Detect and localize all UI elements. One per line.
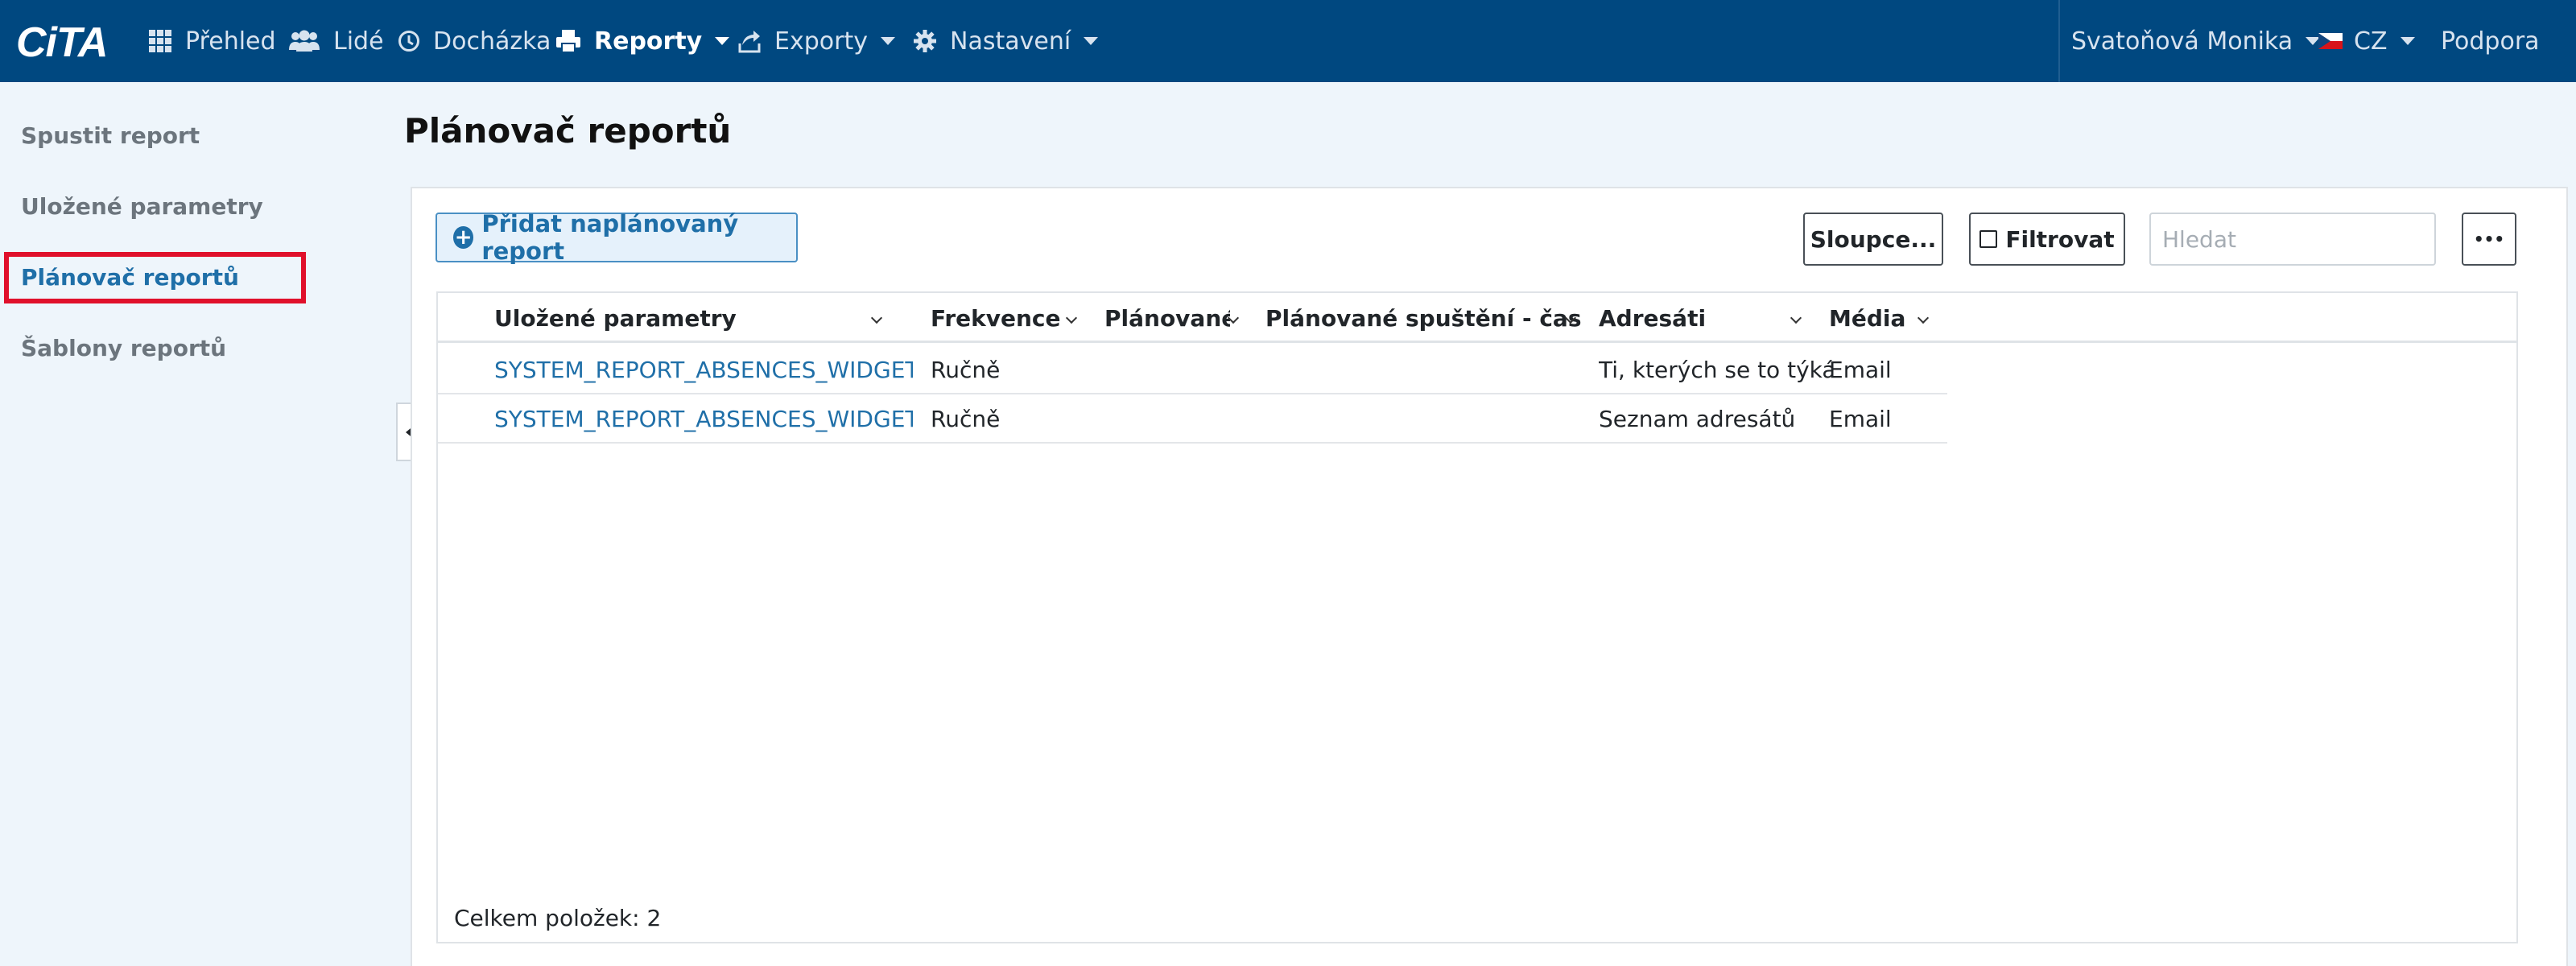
cell-media: Email	[1829, 406, 1892, 432]
search-input[interactable]	[2149, 213, 2436, 266]
nav-reports[interactable]: Reporty	[555, 0, 730, 82]
sidebar-item-saved-parameters[interactable]: Uložené parametry	[21, 193, 263, 220]
nav-attendance[interactable]: Docházka	[398, 0, 551, 82]
chevron-down-icon	[1917, 312, 1930, 324]
top-navbar: CiTA Přehled Lidé Docházka Reporty Expor…	[0, 0, 2576, 82]
active-item-highlight	[4, 252, 306, 303]
user-menu[interactable]: Svatoňová Monika	[2071, 0, 2321, 82]
column-header-planned-run-time[interactable]: Plánované spuštění - čas	[1265, 293, 1596, 343]
sidebar-item-run-report[interactable]: Spustit report	[21, 122, 200, 149]
columns-button[interactable]: Sloupce...	[1803, 213, 1943, 266]
ellipsis-icon: •••	[2473, 229, 2505, 249]
nav-reports-label: Reporty	[594, 27, 703, 56]
total-items-count: Celkem položek: 2	[454, 905, 662, 931]
cell-planned	[1104, 394, 1249, 444]
language-menu[interactable]: CZ	[2318, 0, 2415, 82]
plus-circle-icon: +	[453, 225, 474, 250]
cell-media: Email	[1829, 357, 1892, 383]
nav-overview[interactable]: Přehled	[148, 0, 276, 82]
cell-recipients: Ti, kterých se to týká	[1599, 357, 1832, 383]
cell-planned-run-time	[1265, 345, 1587, 394]
filter-button-label: Filtrovat	[2005, 225, 2115, 253]
filter-button[interactable]: Filtrovat	[1969, 213, 2125, 266]
nav-settings-label: Nastavení	[950, 27, 1071, 56]
grid-header: Uložené parametry Frekvence ... Plánovan…	[438, 293, 2516, 343]
clock-icon	[398, 31, 419, 52]
checkbox-icon	[1979, 230, 1998, 248]
sidebar: Spustit report Uložené parametry Plánova…	[0, 82, 402, 966]
support-label: Podpora	[2441, 27, 2540, 56]
export-icon	[738, 31, 761, 53]
gear-icon	[914, 30, 936, 52]
add-scheduled-report-button[interactable]: + Přidat naplánovaný report	[436, 210, 798, 265]
grid-icon	[149, 30, 171, 52]
cell-saved-parameters-link[interactable]: SYSTEM_REPORT_ABSENCES_WIDGET...	[494, 394, 913, 444]
column-header-recipients[interactable]: Adresáti	[1599, 293, 1808, 343]
chevron-down-icon	[870, 312, 883, 324]
add-button-label: Přidat naplánovaný report	[481, 210, 739, 265]
nav-exports-label: Exporty	[774, 27, 868, 56]
nav-attendance-label: Docházka	[433, 27, 551, 56]
reports-grid: Uložené parametry Frekvence ... Plánovan…	[436, 291, 2518, 943]
czech-flag-icon	[2318, 33, 2343, 49]
users-icon	[289, 30, 320, 52]
app-logo[interactable]: CiTA	[16, 19, 108, 66]
cell-planned-run-time	[1265, 394, 1587, 444]
column-header-planned[interactable]: Plánované ...	[1104, 293, 1246, 343]
table-row[interactable]: SYSTEM_REPORT_ABSENCES_WIDGET... Ručně S…	[438, 394, 1947, 444]
nav-people-label: Lidé	[333, 27, 384, 56]
chevron-down-icon	[1790, 312, 1802, 324]
chevron-down-icon	[880, 37, 895, 45]
logo-text: CiTA	[16, 19, 108, 66]
printer-icon	[556, 30, 580, 53]
cell-frequency: Ručně	[931, 357, 1001, 383]
nav-settings[interactable]: Nastavení	[913, 0, 1099, 82]
chevron-down-icon	[1065, 312, 1078, 324]
language-label: CZ	[2354, 27, 2388, 56]
chevron-down-icon	[2400, 37, 2415, 45]
column-header-saved-parameters[interactable]: Uložené parametry	[494, 293, 897, 343]
columns-button-label: Sloupce...	[1810, 225, 1937, 253]
column-header-media[interactable]: Média	[1829, 293, 1942, 343]
nav-exports[interactable]: Exporty	[737, 0, 895, 82]
nav-overview-label: Přehled	[185, 27, 276, 56]
cell-planned	[1104, 345, 1249, 394]
sidebar-item-report-templates[interactable]: Šablony reportů	[21, 335, 226, 361]
chevron-down-icon	[715, 37, 730, 45]
column-header-frequency[interactable]: Frekvence ...	[931, 293, 1084, 343]
page-title: Plánovač reportů	[404, 111, 732, 151]
chevron-down-icon	[1084, 37, 1099, 45]
table-row[interactable]: SYSTEM_REPORT_ABSENCES_WIDGET... Ručně T…	[438, 345, 1947, 394]
navbar-divider	[2058, 0, 2060, 82]
more-options-button[interactable]: •••	[2462, 213, 2516, 266]
cell-saved-parameters-link[interactable]: SYSTEM_REPORT_ABSENCES_WIDGET...	[494, 345, 913, 394]
cell-recipients: Seznam adresátů	[1599, 406, 1796, 432]
user-name: Svatoňová Monika	[2071, 27, 2293, 56]
support-link[interactable]: Podpora	[2441, 0, 2540, 82]
cell-frequency: Ručně	[931, 406, 1001, 432]
nav-people[interactable]: Lidé	[288, 0, 384, 82]
